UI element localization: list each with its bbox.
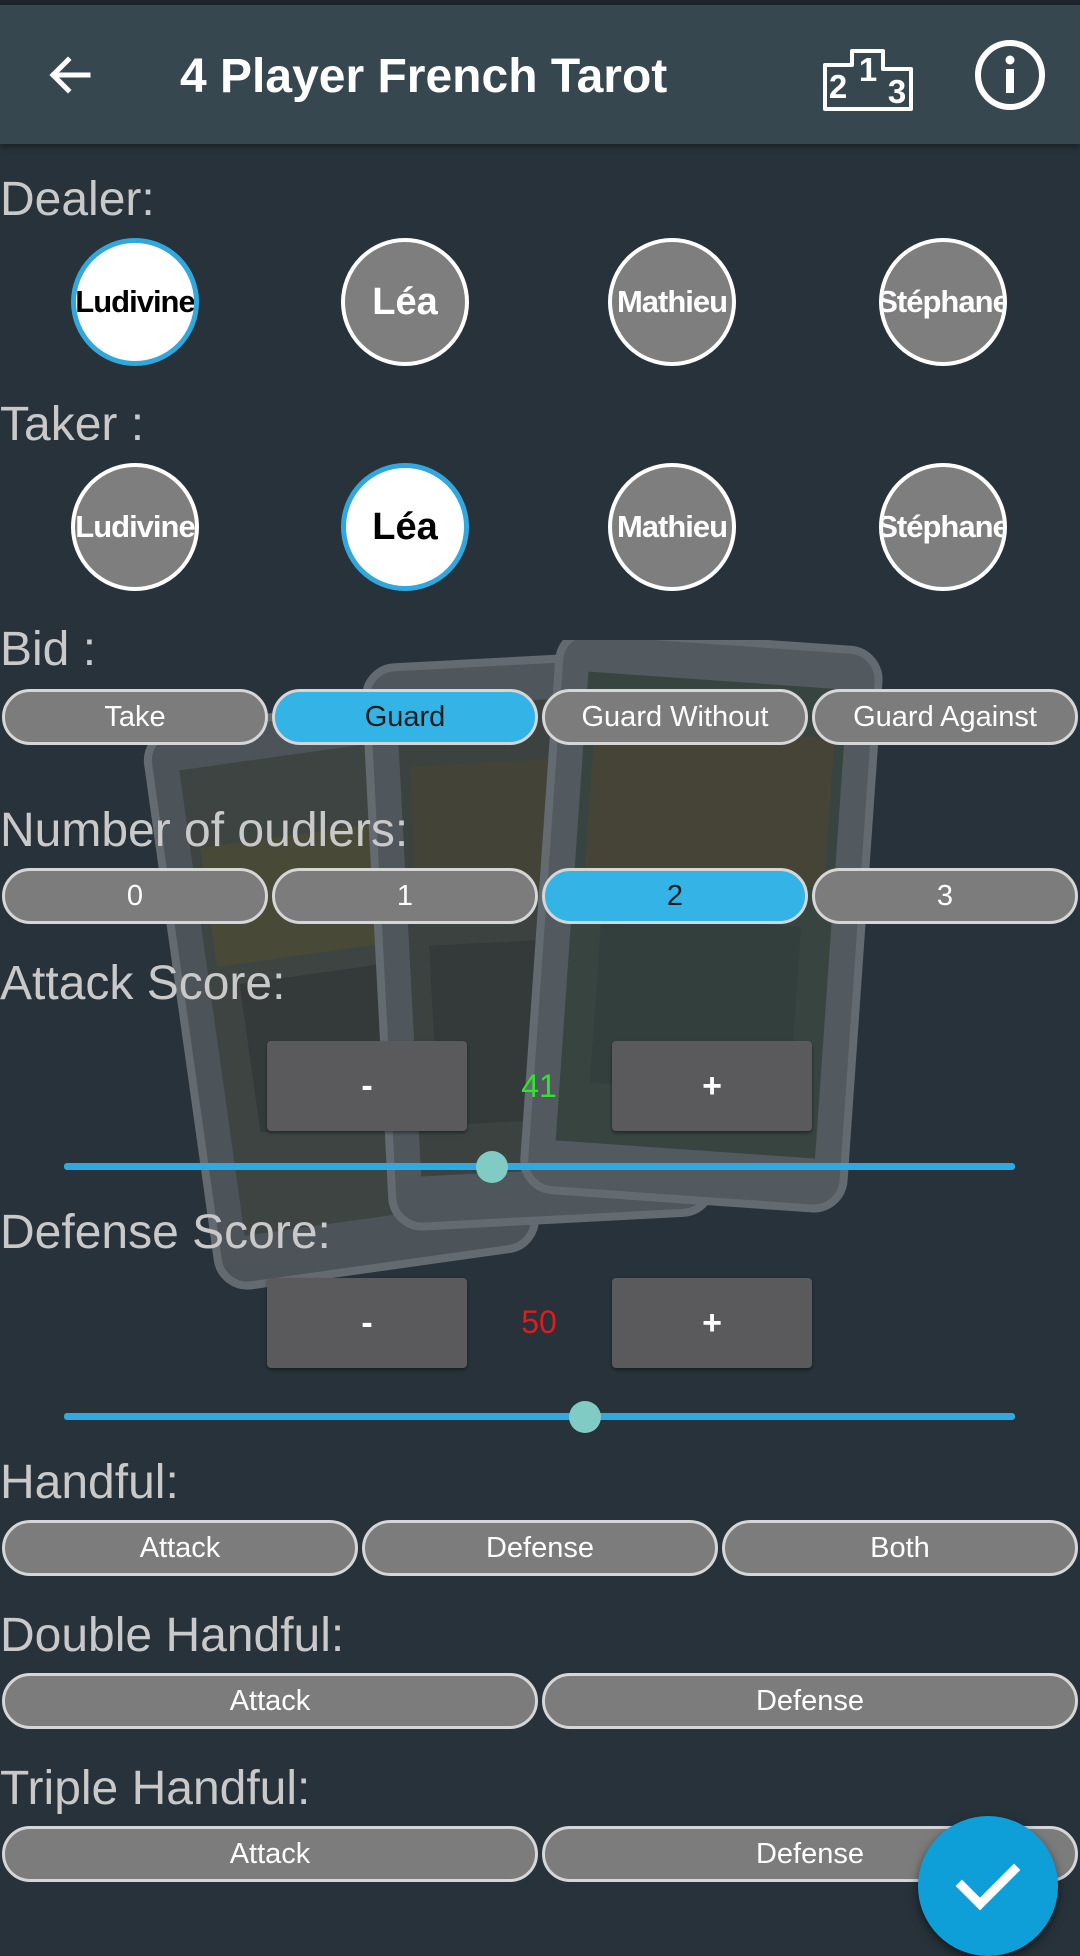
handful-option-defense[interactable]: Defense bbox=[362, 1520, 718, 1576]
taker-option-ludivine[interactable]: Ludivine bbox=[71, 463, 199, 591]
attack-score-label: Attack Score: bbox=[0, 957, 286, 1010]
taker-label: Taker : bbox=[0, 398, 145, 451]
ranking-second-digit: 2 bbox=[829, 68, 847, 105]
oudlers-option-1[interactable]: 1 bbox=[272, 868, 538, 924]
attack-score-slider-thumb[interactable] bbox=[475, 1151, 508, 1183]
defense-score-value: 50 bbox=[521, 1304, 557, 1340]
podium-ranking-icon: 2 1 3 bbox=[823, 49, 913, 111]
taker-option-lea[interactable]: Léa bbox=[341, 463, 469, 591]
ranking-button[interactable]: 2 1 3 bbox=[822, 43, 914, 113]
dealer-option-stephane[interactable]: Stéphane bbox=[879, 238, 1007, 366]
bid-option-guard-without[interactable]: Guard Without bbox=[542, 689, 808, 745]
bid-label: Bid : bbox=[0, 623, 97, 676]
dealer-option-mathieu[interactable]: Mathieu bbox=[608, 238, 736, 366]
attack-score-increment-button[interactable]: + bbox=[612, 1041, 812, 1131]
handful-option-both[interactable]: Both bbox=[722, 1520, 1078, 1576]
oudlers-option-3[interactable]: 3 bbox=[812, 868, 1078, 924]
oudlers-option-2[interactable]: 2 bbox=[542, 868, 808, 924]
triple-handful-option-attack[interactable]: Attack bbox=[2, 1826, 538, 1882]
checkmark-icon bbox=[955, 1863, 1021, 1911]
dealer-option-ludivine[interactable]: Ludivine bbox=[71, 238, 199, 366]
back-button[interactable] bbox=[30, 35, 110, 115]
ranking-first-digit: 1 bbox=[859, 51, 877, 88]
handful-option-attack[interactable]: Attack bbox=[2, 1520, 358, 1576]
defense-score-label: Defense Score: bbox=[0, 1206, 331, 1259]
bid-option-take[interactable]: Take bbox=[2, 689, 268, 745]
defense-score-slider[interactable] bbox=[64, 1413, 1015, 1420]
confirm-fab-button[interactable] bbox=[918, 1816, 1058, 1956]
oudlers-label: Number of oudlers: bbox=[0, 804, 409, 857]
attack-score-decrement-button[interactable]: - bbox=[267, 1041, 467, 1131]
defense-score-increment-button[interactable]: + bbox=[612, 1278, 812, 1368]
dealer-label: Dealer: bbox=[0, 173, 155, 226]
defense-score-slider-thumb[interactable] bbox=[569, 1401, 602, 1433]
taker-option-mathieu[interactable]: Mathieu bbox=[608, 463, 736, 591]
attack-score-value: 41 bbox=[521, 1068, 557, 1104]
app-bar: 4 Player French Tarot 2 1 3 bbox=[0, 5, 1080, 144]
info-button[interactable] bbox=[970, 35, 1050, 115]
oudlers-option-0[interactable]: 0 bbox=[2, 868, 268, 924]
ranking-third-digit: 3 bbox=[888, 73, 906, 110]
bid-option-guard-against[interactable]: Guard Against bbox=[812, 689, 1078, 745]
dealer-option-lea[interactable]: Léa bbox=[341, 238, 469, 366]
double-handful-option-defense[interactable]: Defense bbox=[542, 1673, 1078, 1729]
attack-score-slider[interactable] bbox=[64, 1163, 1015, 1170]
handful-label: Handful: bbox=[0, 1456, 179, 1509]
double-handful-option-attack[interactable]: Attack bbox=[2, 1673, 538, 1729]
page-title: 4 Player French Tarot bbox=[180, 50, 668, 103]
double-handful-label: Double Handful: bbox=[0, 1609, 345, 1662]
triple-handful-label: Triple Handful: bbox=[0, 1762, 311, 1815]
defense-score-decrement-button[interactable]: - bbox=[267, 1278, 467, 1368]
bid-option-guard[interactable]: Guard bbox=[272, 689, 538, 745]
info-icon bbox=[975, 40, 1045, 110]
arrow-left-icon bbox=[49, 56, 91, 94]
taker-option-stephane[interactable]: Stéphane bbox=[879, 463, 1007, 591]
